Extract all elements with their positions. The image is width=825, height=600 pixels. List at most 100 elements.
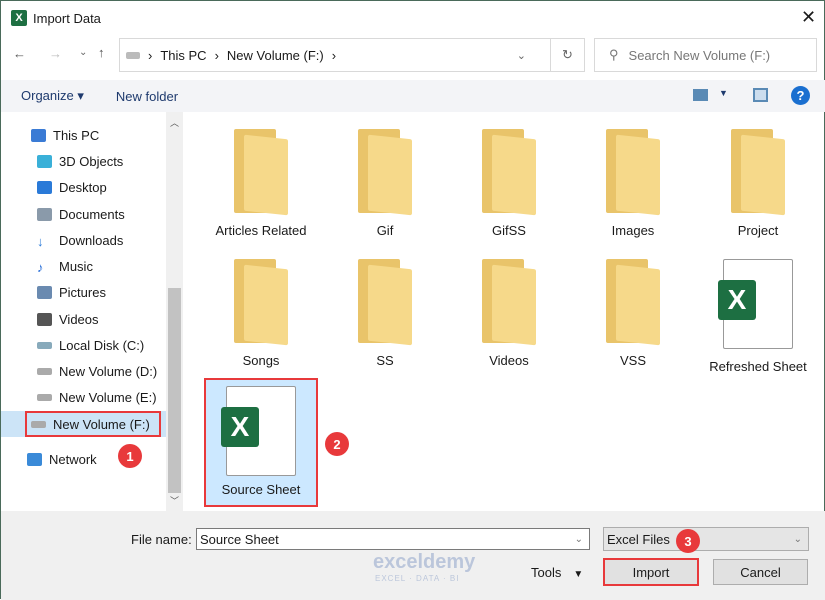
close-icon[interactable]: ✕ [801, 7, 816, 28]
sidebar-item-new-volume-e[interactable]: New Volume (E:) [1, 384, 166, 410]
folder-icon [356, 129, 414, 216]
drive-icon [37, 341, 52, 349]
file-name: Source Sheet [221, 482, 301, 497]
excel-file-icon: X [718, 259, 793, 349]
file-item-gif[interactable]: Gif [328, 129, 442, 238]
exceldemy-watermark: exceldemy EXCEL · DATA · BI [373, 551, 476, 583]
file-item-videos[interactable]: Videos [452, 259, 566, 368]
folder-icon [480, 129, 538, 216]
drive-icon [37, 367, 52, 375]
3d-objects-icon [37, 154, 52, 168]
dialog-footer: File name: Source Sheet ⌄ Excel Files ⌄ 3 … [1, 511, 825, 600]
sidebar-item-music[interactable]: ♪ Music [1, 253, 166, 279]
folder-icon [232, 259, 290, 346]
organize-label: Organize [21, 88, 74, 103]
help-icon[interactable]: ? [791, 86, 810, 105]
pictures-icon [37, 285, 52, 299]
computer-icon [31, 128, 46, 142]
sidebar-item-documents[interactable]: Documents [1, 201, 166, 227]
file-item-project[interactable]: Project [701, 129, 815, 238]
refresh-icon[interactable]: ↻ [550, 39, 584, 71]
back-arrow-icon[interactable]: ← [13, 46, 26, 61]
window-title: Import Data [33, 11, 101, 26]
chevron-down-icon[interactable]: ⌄ [575, 534, 583, 545]
folder-icon [480, 259, 538, 346]
new-folder-button[interactable]: New folder [116, 89, 178, 104]
file-name: Project [737, 223, 779, 238]
file-name: Gif [376, 223, 394, 238]
scroll-down-icon[interactable]: ﹀ [170, 494, 179, 507]
step-badge-2: 2 [325, 432, 349, 456]
folder-icon [729, 129, 787, 216]
recent-chevron-icon[interactable]: ⌄ [79, 47, 87, 58]
chevron-down-icon[interactable]: ⌄ [794, 534, 802, 545]
address-dropdown-icon[interactable]: ⌄ [517, 49, 526, 62]
drive-icon [126, 51, 140, 59]
excel-app-icon: X [11, 10, 27, 26]
dropdown-arrow-icon: ▼ [573, 569, 584, 580]
search-input[interactable]: Search New Volume (F:) [629, 48, 771, 63]
highlight-box [25, 411, 161, 437]
scroll-up-icon[interactable]: ︿ [170, 116, 179, 129]
folder-icon [232, 129, 290, 216]
file-name-input[interactable]: Source Sheet ⌄ [196, 528, 590, 550]
videos-icon [37, 312, 52, 326]
title-bar: X Import Data ✕ [1, 1, 825, 36]
file-name: Articles Related [215, 223, 307, 238]
scrollbar-thumb[interactable] [168, 288, 181, 493]
file-item-source-sheet[interactable]: X Source Sheet [204, 386, 318, 497]
sidebar-item-local-disk-c[interactable]: Local Disk (C:) [1, 332, 166, 358]
network-icon [27, 452, 42, 466]
organize-button[interactable]: Organize ▾ [21, 88, 84, 104]
music-icon: ♪ [37, 259, 44, 275]
file-item-articles-related[interactable]: Articles Related [204, 129, 318, 238]
file-name: Songs [242, 353, 280, 368]
file-name: SS [376, 353, 394, 368]
file-item-images[interactable]: Images [576, 129, 690, 238]
step-badge-1: 1 [118, 444, 142, 468]
up-arrow-icon[interactable]: ↑ [98, 45, 105, 60]
file-type-select[interactable]: Excel Files ⌄ [603, 527, 809, 551]
sidebar-item-new-volume-f[interactable]: New Volume (F:) [1, 411, 166, 437]
file-name: Images [611, 223, 655, 238]
sidebar-item-pictures[interactable]: Pictures [1, 279, 166, 305]
file-name: GifSS [492, 223, 526, 238]
file-item-vss[interactable]: VSS [576, 259, 690, 368]
breadcrumb-this-pc[interactable]: This PC [160, 48, 206, 63]
file-item-refreshed-sheet[interactable]: X Refreshed Sheet [701, 259, 815, 374]
folder-icon [604, 259, 662, 346]
sidebar-item-3d-objects[interactable]: 3D Objects [1, 148, 166, 174]
sidebar-item-this-pc[interactable]: This PC [1, 122, 166, 148]
file-item-songs[interactable]: Songs [204, 259, 318, 368]
toolbar: Organize ▾ New folder ▼ ? [1, 80, 825, 112]
desktop-icon [37, 180, 52, 194]
address-bar[interactable]: › This PC › New Volume (F:) › ⌄ ↻ [119, 38, 585, 72]
cancel-button[interactable]: Cancel [713, 559, 808, 585]
file-name: Refreshed Sheet [709, 359, 807, 374]
file-name-label: File name: [131, 532, 192, 547]
navigation-pane: This PC 3D Objects Desktop Documents ↓ Do… [1, 112, 166, 511]
import-button[interactable]: Import [603, 558, 699, 586]
excel-file-icon: X [221, 386, 296, 476]
forward-arrow-icon[interactable]: → [49, 46, 62, 61]
documents-icon [37, 207, 52, 221]
folder-icon [604, 129, 662, 216]
step-badge-3: 3 [676, 529, 700, 553]
sidebar-item-desktop[interactable]: Desktop [1, 174, 166, 200]
downloads-icon: ↓ [37, 233, 44, 249]
change-view-icon[interactable] [693, 89, 708, 101]
drive-icon [37, 393, 52, 401]
tools-button[interactable]: Tools ▼ [531, 565, 583, 580]
folder-icon [356, 259, 414, 346]
sidebar-item-downloads[interactable]: ↓ Downloads [1, 227, 166, 253]
breadcrumb-new-volume-f[interactable]: New Volume (F:) [227, 48, 324, 63]
file-item-ss[interactable]: SS [328, 259, 442, 368]
file-item-gifss[interactable]: GifSS [452, 129, 566, 238]
file-name: VSS [619, 353, 646, 368]
search-icon: ⚲ [609, 47, 619, 62]
preview-pane-icon[interactable] [753, 88, 768, 102]
sidebar-item-videos[interactable]: Videos [1, 306, 166, 332]
view-dropdown-icon[interactable]: ▼ [719, 88, 728, 98]
search-box[interactable]: ⚲ Search New Volume (F:) [594, 38, 817, 72]
sidebar-item-new-volume-d[interactable]: New Volume (D:) [1, 358, 166, 384]
